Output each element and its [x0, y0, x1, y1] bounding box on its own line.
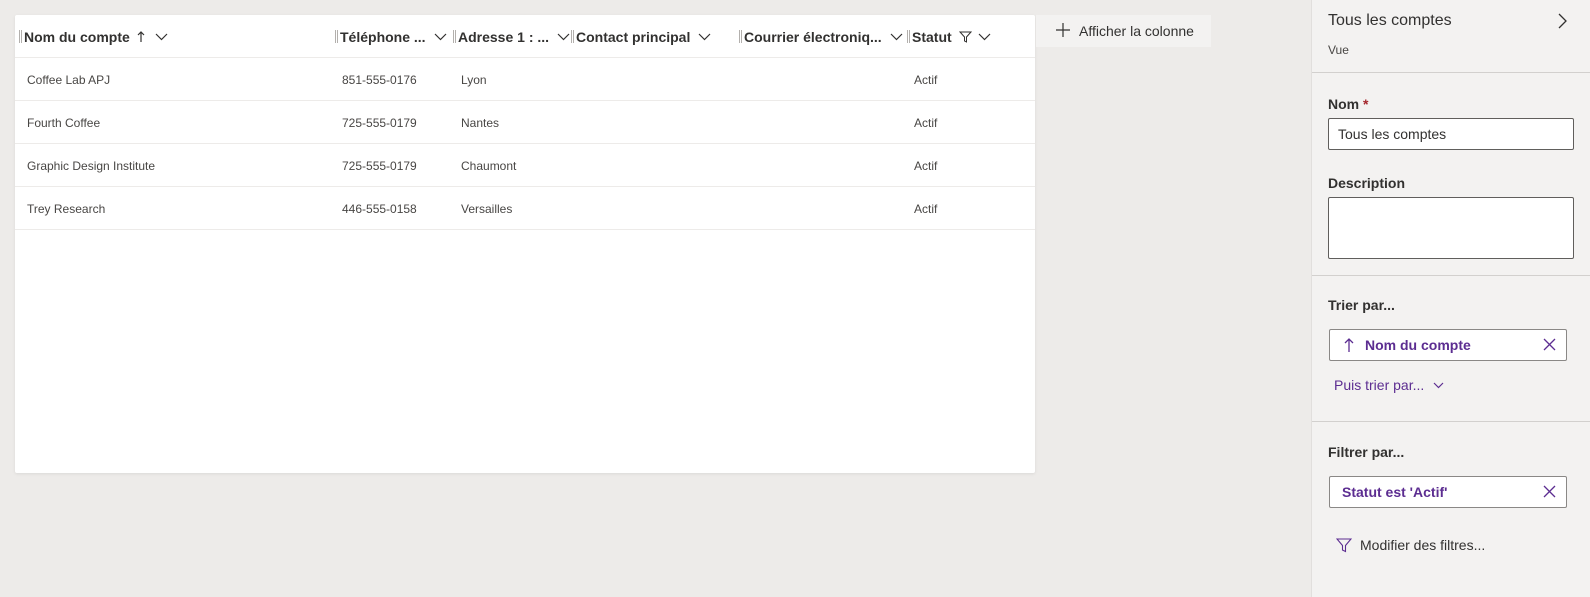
cell-status: Actif — [914, 72, 938, 87]
filter-icon — [1336, 537, 1352, 553]
view-properties-panel: Tous les comptes Vue Nom * Description T… — [1311, 0, 1590, 597]
column-header-status[interactable]: Statut — [907, 15, 1027, 58]
grid-header: Nom du compte Téléphone ... Adresse 1 : … — [15, 15, 1035, 58]
column-resize-handle[interactable] — [739, 30, 742, 43]
column-label: Courrier électroniq... — [744, 28, 882, 45]
table-row[interactable]: Graphic Design Institute 725-555-0179 Ch… — [15, 144, 1035, 187]
cell-phone: 725-555-0179 — [342, 158, 417, 173]
chevron-down-icon[interactable] — [890, 33, 903, 41]
cell-city: Lyon — [461, 72, 487, 87]
close-icon[interactable] — [1543, 338, 1556, 354]
edit-filters-button[interactable]: Modifier des filtres... — [1336, 537, 1485, 553]
filter-chip-label: Statut est 'Actif' — [1342, 484, 1448, 500]
sort-chip[interactable]: Nom du compte — [1329, 329, 1567, 361]
show-column-label: Afficher la colonne — [1079, 23, 1194, 39]
divider — [1312, 275, 1590, 276]
panel-title: Tous les comptes — [1328, 12, 1452, 29]
column-resize-handle[interactable] — [571, 30, 574, 43]
column-header-address[interactable]: Adresse 1 : ... — [453, 15, 573, 58]
chevron-down-icon — [1433, 382, 1444, 389]
cell-phone: 725-555-0179 — [342, 115, 417, 130]
filter-by-label: Filtrer par... — [1328, 444, 1405, 460]
column-resize-handle[interactable] — [19, 30, 22, 43]
table-row[interactable]: Fourth Coffee 725-555-0179 Nantes Actif — [15, 101, 1035, 144]
column-header-email[interactable]: Courrier électroniq... — [739, 15, 909, 58]
then-sort-by-label: Puis trier par... — [1334, 377, 1425, 393]
cell-status: Actif — [914, 115, 938, 130]
column-resize-handle[interactable] — [907, 30, 910, 43]
arrow-up-icon — [137, 30, 145, 43]
edit-filters-label: Modifier des filtres... — [1360, 537, 1486, 553]
cell-account-name: Graphic Design Institute — [27, 158, 156, 173]
column-label: Téléphone ... — [340, 28, 426, 45]
filter-icon — [958, 31, 972, 43]
main-area: Nom du compte Téléphone ... Adresse 1 : … — [0, 0, 1310, 597]
cell-account-name: Trey Research — [27, 201, 106, 216]
chevron-right-icon[interactable] — [1558, 13, 1568, 34]
cell-city: Versailles — [461, 201, 513, 216]
chevron-down-icon[interactable] — [978, 33, 991, 41]
cell-city: Chaumont — [461, 158, 517, 173]
sort-chip-label: Nom du compte — [1365, 337, 1471, 353]
chevron-down-icon[interactable] — [557, 33, 570, 41]
cell-city: Nantes — [461, 115, 500, 130]
column-label: Adresse 1 : ... — [458, 28, 550, 45]
required-marker: * — [1363, 96, 1369, 112]
then-sort-by-button[interactable]: Puis trier par... — [1334, 377, 1444, 393]
column-label: Nom du compte — [24, 28, 130, 45]
panel-subtitle: Vue — [1328, 43, 1349, 57]
cell-account-name: Coffee Lab APJ — [27, 72, 111, 87]
cell-status: Actif — [914, 201, 938, 216]
table-row[interactable]: Coffee Lab APJ 851-555-0176 Lyon Actif — [15, 58, 1035, 101]
arrow-up-icon — [1344, 337, 1354, 353]
name-label: Nom * — [1328, 96, 1368, 112]
cell-status: Actif — [914, 158, 938, 173]
column-header-account-name[interactable]: Nom du compte — [19, 15, 329, 58]
column-resize-handle[interactable] — [335, 30, 338, 43]
cell-phone: 851-555-0176 — [342, 72, 417, 87]
divider — [1312, 72, 1590, 73]
chevron-down-icon[interactable] — [434, 33, 447, 41]
plus-icon — [1056, 22, 1079, 40]
cell-account-name: Fourth Coffee — [27, 115, 101, 130]
column-header-primary-contact[interactable]: Contact principal — [571, 15, 731, 58]
description-label: Description — [1328, 175, 1406, 191]
accounts-grid: Nom du compte Téléphone ... Adresse 1 : … — [15, 15, 1035, 473]
sort-by-label: Trier par... — [1328, 297, 1395, 313]
cell-phone: 446-555-0158 — [342, 201, 417, 216]
name-label-text: Nom — [1328, 96, 1360, 112]
show-column-button[interactable]: Afficher la colonne — [1036, 15, 1211, 47]
name-input[interactable] — [1328, 118, 1574, 150]
column-resize-handle[interactable] — [453, 30, 456, 43]
column-label: Statut — [912, 28, 952, 45]
chevron-down-icon[interactable] — [698, 33, 711, 41]
table-row[interactable]: Trey Research 446-555-0158 Versailles Ac… — [15, 187, 1035, 230]
chevron-down-icon[interactable] — [155, 33, 168, 41]
column-header-phone[interactable]: Téléphone ... — [335, 15, 455, 58]
filter-chip[interactable]: Statut est 'Actif' — [1329, 476, 1567, 508]
close-icon[interactable] — [1543, 485, 1556, 501]
column-label: Contact principal — [576, 28, 691, 45]
description-textarea[interactable] — [1328, 197, 1574, 259]
divider — [1312, 421, 1590, 422]
